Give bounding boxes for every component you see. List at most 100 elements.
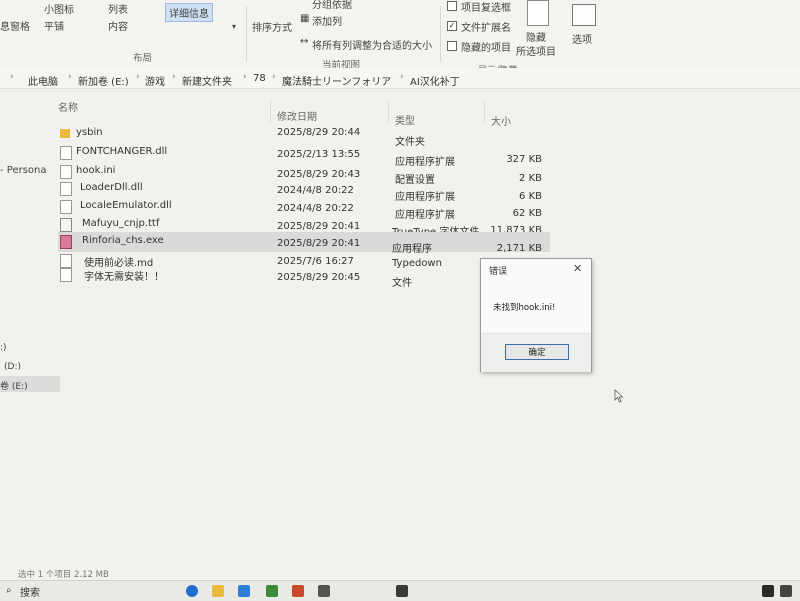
file-row[interactable]: LocaleEmulator.dll 2024/4/8 20:22 应用程序扩展… [58, 197, 550, 221]
file-name: hook.ini [76, 165, 116, 176]
column-divider[interactable] [388, 100, 389, 122]
error-dialog: 错误 ✕ 未找到hook.ini! 确定 [480, 258, 592, 372]
chevron-right-icon: › [136, 72, 140, 82]
layout-tiles[interactable]: 平铺 [44, 18, 64, 33]
layout-small-icons[interactable]: 小图标 [44, 1, 74, 16]
generic-file-icon [60, 268, 72, 282]
font-file-icon [60, 218, 72, 232]
tray-icon[interactable] [762, 585, 774, 597]
taskbar-search-label[interactable]: 搜索 [20, 584, 40, 599]
chevron-right-icon: › [68, 72, 72, 82]
nav-persona-item[interactable]: - Persona [0, 165, 47, 176]
app-icon[interactable] [266, 585, 278, 597]
nav-drive-c[interactable]: :) [0, 343, 7, 353]
column-divider[interactable] [484, 100, 485, 122]
file-row[interactable]: Mafuyu_cnjp.ttf 2025/8/29 20:41 TrueType… [58, 215, 550, 238]
address-bar[interactable]: › 此电脑 › 新加卷 (E:) › 游戏 › 新建文件夹 › 78 › 魔法騎… [0, 68, 800, 89]
layout-details[interactable]: 详细信息 [165, 3, 213, 22]
dll-file-icon [60, 146, 72, 160]
layout-list[interactable]: 列表 [108, 1, 128, 16]
status-bar: 选中 1 个项目 2.12 MB [0, 564, 800, 580]
breadcrumb-new-folder[interactable]: 新建文件夹 [182, 73, 232, 88]
item-checkbox-toggle[interactable] [447, 1, 457, 11]
file-explorer-icon[interactable] [212, 585, 224, 597]
file-name: LocaleEmulator.dll [80, 200, 172, 211]
layout-group-label: 布局 [133, 53, 153, 64]
file-ext-label: 文件扩展名 [461, 23, 511, 34]
file-type: 文件 [392, 278, 412, 289]
ini-file-icon [60, 165, 72, 179]
add-column-icon[interactable]: ▦ [300, 13, 309, 24]
dll-file-icon [60, 200, 72, 214]
breadcrumb-patch-folder[interactable]: AI汉化补丁 [410, 73, 460, 88]
app-icon[interactable] [318, 585, 330, 597]
chevron-right-icon: › [400, 72, 404, 82]
file-modified: 2025/8/29 20:45 [277, 272, 361, 283]
hidden-items-checkbox[interactable] [447, 41, 457, 51]
hide-selected-icon[interactable] [527, 0, 549, 26]
ribbon-separator [246, 6, 247, 62]
browser-icon[interactable] [186, 585, 198, 597]
file-row[interactable]: FONTCHANGER.dll 2025/2/13 13:55 应用程序扩展 3… [58, 143, 550, 168]
app-icon[interactable] [238, 585, 250, 597]
options-icon[interactable] [572, 4, 596, 26]
group-by-button[interactable]: 分组依据 [312, 0, 352, 11]
file-ext-checkbox[interactable]: ✓ [447, 21, 457, 31]
breadcrumb-drive-e[interactable]: 新加卷 (E:) [78, 73, 129, 88]
ok-button[interactable]: 确定 [505, 344, 569, 360]
close-icon[interactable]: ✕ [573, 262, 582, 275]
sort-button[interactable]: 排序方式 [252, 19, 292, 34]
dialog-title: 错误 [489, 267, 508, 277]
file-row[interactable]: hook.ini 2025/8/29 20:43 配置设置 2 KB [58, 162, 550, 186]
hide-selected-button[interactable]: 隐藏 [526, 29, 546, 44]
add-column-button[interactable]: 添加列 [312, 13, 342, 28]
item-checkbox-label: 项目复选框 [461, 3, 511, 14]
ribbon: 息窗格 小图标 平铺 列表 内容 详细信息 布局 ▾ 排序方式 分组依据 ▦ 添… [0, 0, 800, 76]
file-row-selected[interactable]: Rinforia_chs.exe 2025/8/29 20:41 应用程序 2,… [58, 232, 550, 255]
mouse-cursor-icon [614, 389, 624, 403]
dll-file-icon [60, 182, 72, 196]
nav-drive-e-selected[interactable]: 卷 (E:) [0, 376, 60, 392]
app-icon[interactable] [396, 585, 408, 597]
nav-drive-e: 卷 (E:) [0, 382, 28, 392]
hidden-items-label: 隐藏的项目 [461, 43, 511, 54]
chevron-right-icon: › [272, 72, 276, 82]
breadcrumb-78[interactable]: 78 [253, 73, 266, 84]
hide-selected-button-line2[interactable]: 所选项目 [516, 43, 556, 58]
layout-expand-icon[interactable]: ▾ [232, 22, 236, 31]
column-header-name[interactable]: 名称 [58, 99, 78, 114]
preview-pane-button[interactable]: 息窗格 [0, 18, 30, 33]
chevron-right-icon: › [172, 72, 176, 82]
column-divider[interactable] [270, 100, 271, 122]
file-row[interactable]: 字体无需安装！！ 2025/8/29 20:45 文件 [58, 265, 550, 289]
layout-content[interactable]: 内容 [108, 18, 128, 33]
tray-icon[interactable] [780, 585, 792, 597]
folder-icon [60, 129, 70, 138]
options-button[interactable]: 选项 [572, 31, 592, 46]
file-name: 字体无需安装！！ [84, 272, 164, 283]
chevron-right-icon: › [243, 72, 247, 82]
chevron-right-icon: › [10, 72, 14, 82]
file-modified: 2025/8/29 20:41 [277, 238, 361, 249]
file-row[interactable]: ysbin 2025/8/29 20:44 文件夹 [58, 124, 550, 148]
file-row[interactable]: LoaderDll.dll 2024/4/8 20:22 应用程序扩展 6 KB [58, 179, 550, 203]
dialog-footer: 确定 [481, 333, 591, 372]
search-icon[interactable]: ⌕ [6, 585, 12, 596]
file-modified: 2025/8/29 20:41 [277, 221, 361, 232]
fit-columns-button[interactable]: 将所有列调整为合适的大小 [312, 37, 432, 52]
column-header-modified[interactable]: 修改日期 [277, 108, 317, 123]
breadcrumb-games[interactable]: 游戏 [145, 73, 165, 88]
exe-file-icon [60, 235, 72, 249]
status-text: 选中 1 个项目 2.12 MB [18, 570, 109, 580]
file-name: ysbin [76, 127, 103, 138]
app-icon[interactable] [292, 585, 304, 597]
breadcrumb-this-pc[interactable]: 此电脑 [28, 73, 58, 88]
nav-drive-d[interactable]: (D:) [4, 362, 21, 372]
fit-columns-icon[interactable]: ↔ [300, 36, 308, 47]
file-modified: 2025/2/13 13:55 [277, 149, 361, 160]
file-modified: 2025/8/29 20:44 [277, 127, 361, 138]
breadcrumb-game-folder[interactable]: 魔法騎士リーンフォリア [282, 73, 391, 88]
file-modified: 2024/4/8 20:22 [277, 185, 354, 196]
taskbar: ⌕ 搜索 [0, 580, 800, 601]
file-name: FONTCHANGER.dll [76, 146, 168, 157]
